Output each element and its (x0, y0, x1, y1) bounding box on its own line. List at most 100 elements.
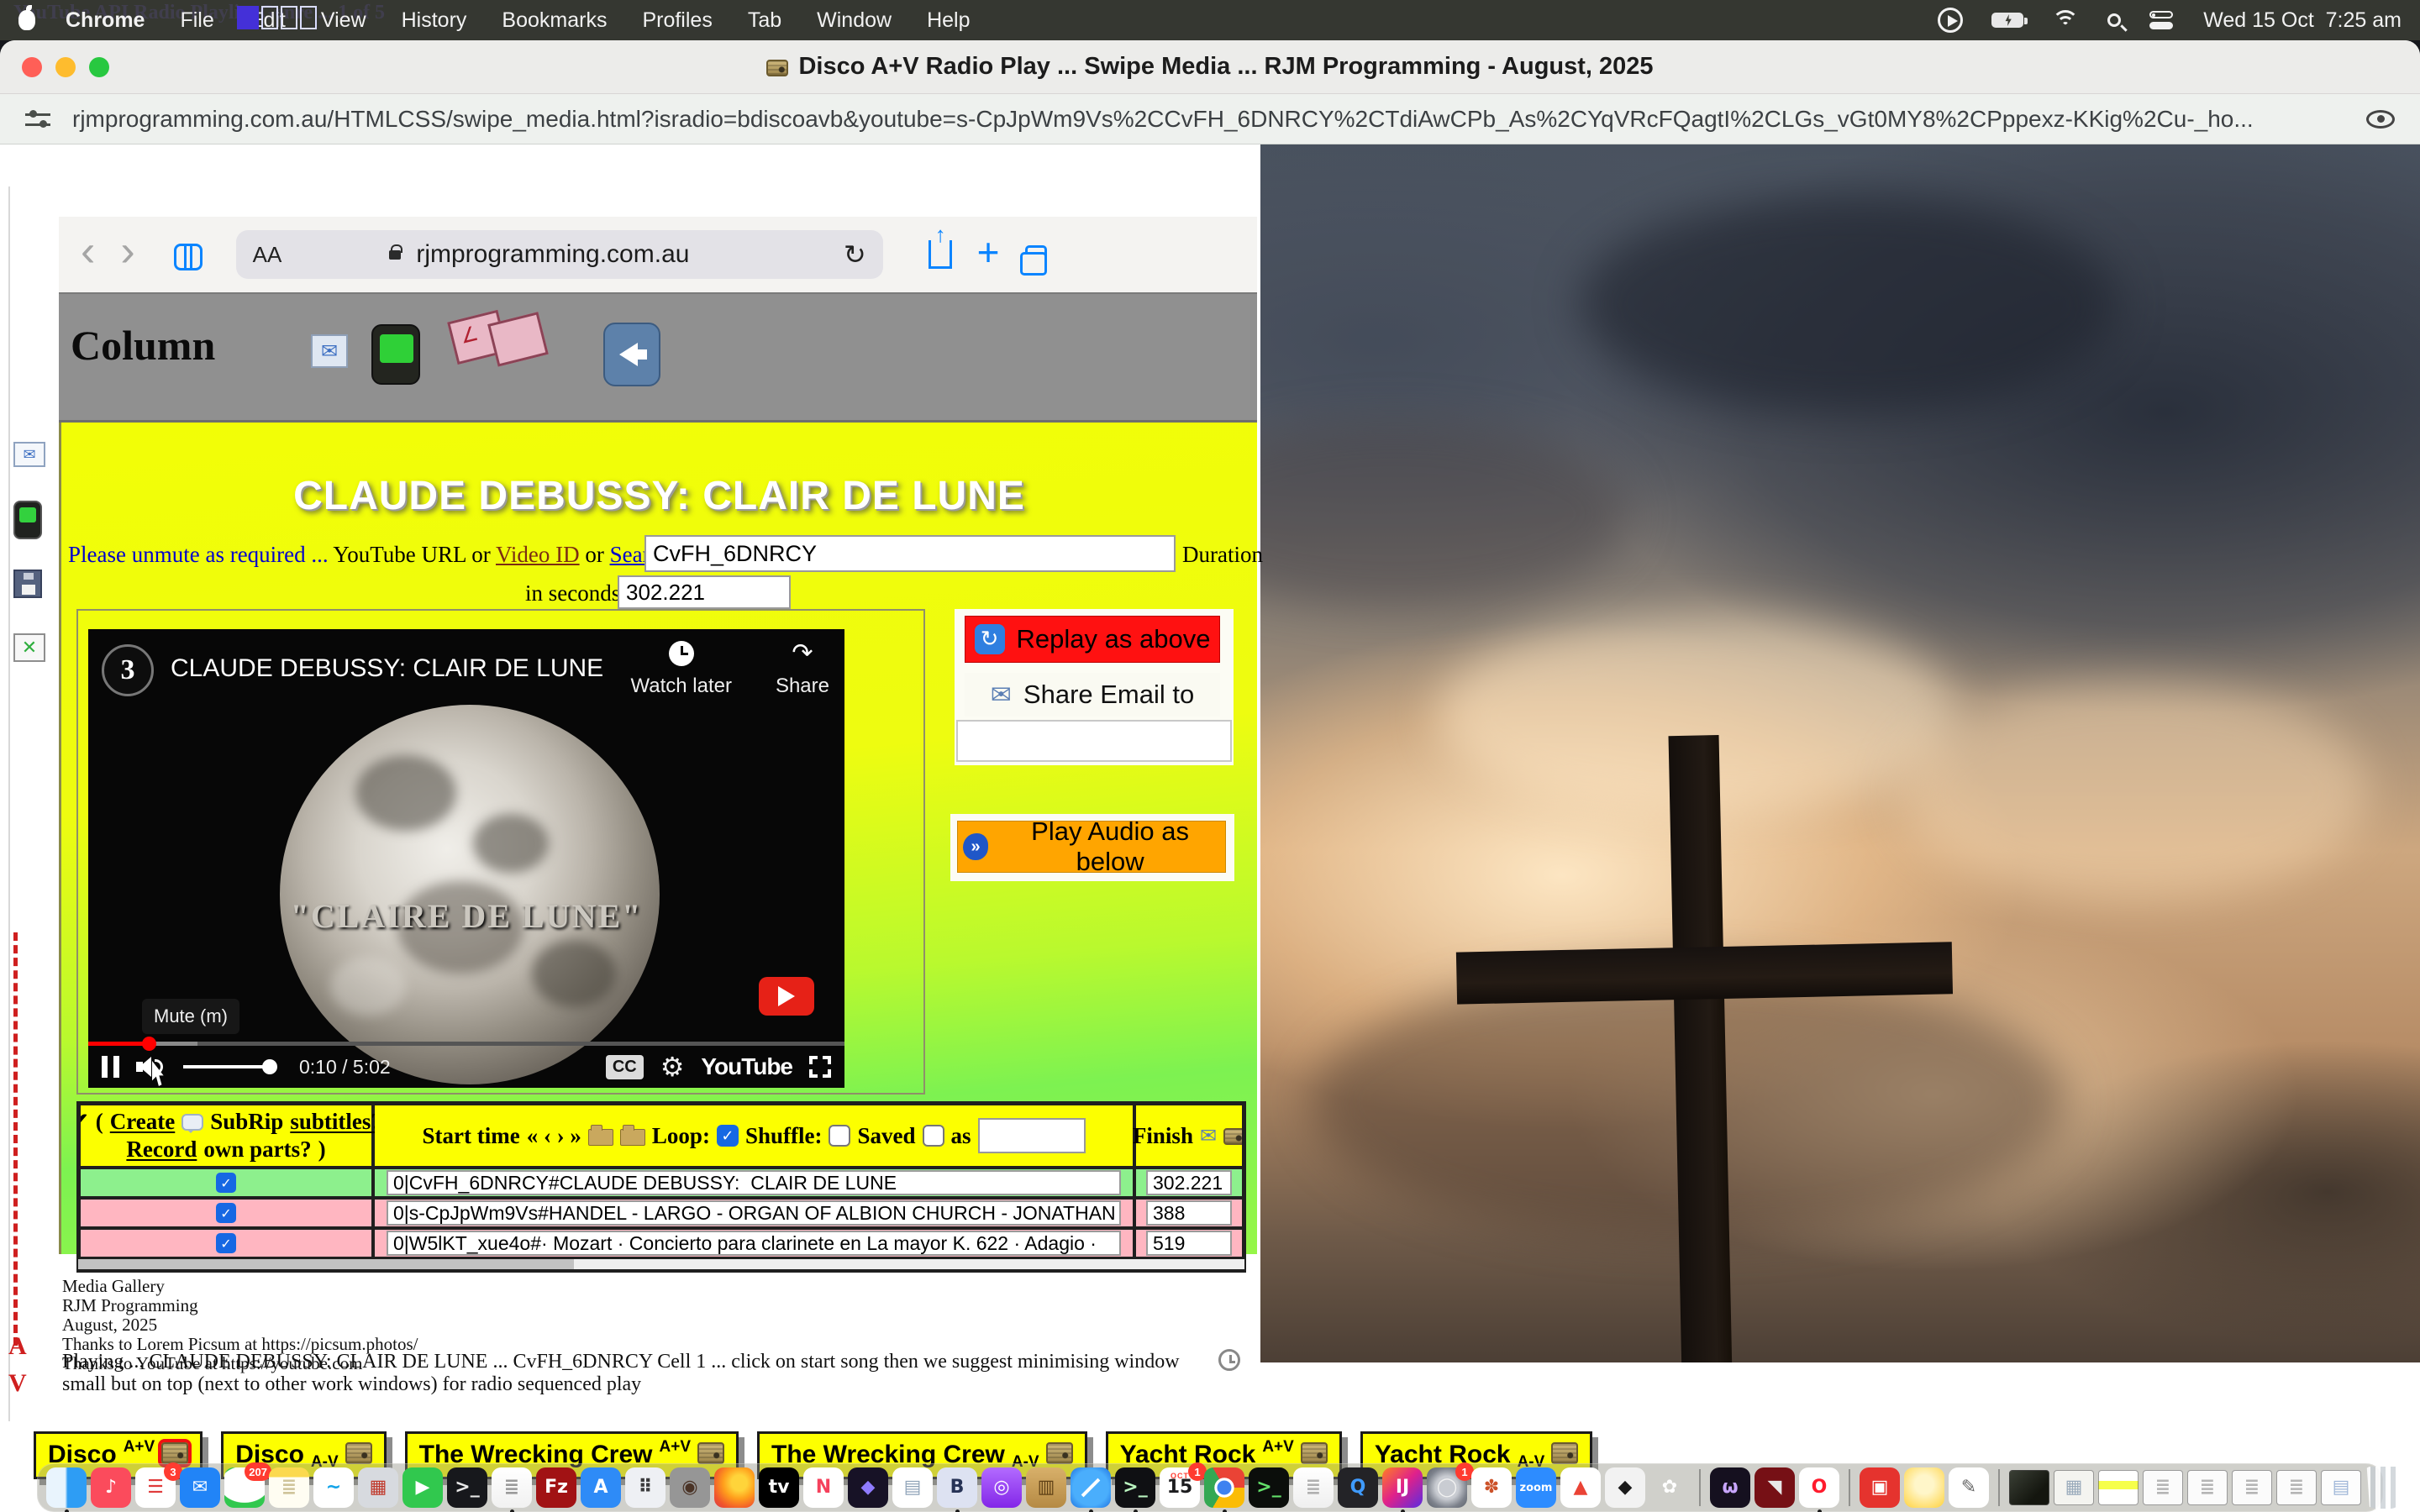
dock-window-thumb-doc-1-icon[interactable]: ≣ (2143, 1470, 2183, 1505)
menu-tab[interactable]: Tab (748, 8, 781, 33)
menu-history[interactable]: History (402, 8, 467, 33)
url-text[interactable]: rjmprogramming.com.au/HTMLCSS/swipe_medi… (72, 106, 2349, 133)
share-email-button[interactable]: ✉ Share Email to (965, 673, 1220, 717)
dock-zoom-icon[interactable]: zoom (1516, 1467, 1556, 1508)
dock-chrome-icon[interactable] (1204, 1467, 1244, 1508)
dock-gimp-icon[interactable]: ◉ (670, 1467, 710, 1508)
captions-button[interactable]: CC (606, 1055, 644, 1079)
back-arrow-button[interactable] (603, 323, 660, 386)
dock-terminal-2-icon[interactable]: >_ (1115, 1467, 1155, 1508)
shortcut-email-icon[interactable]: ✉ (13, 442, 45, 467)
youtube-logo-button[interactable] (759, 977, 814, 1016)
replay-as-above-button[interactable]: ↻ Replay as above (965, 616, 1220, 663)
subtitles-link[interactable]: subtitles? (290, 1109, 382, 1135)
dock-cat-app-icon[interactable]: ω (1710, 1467, 1750, 1508)
dock-launchpad-icon[interactable]: ▦ (358, 1467, 398, 1508)
youtube-brand[interactable]: YouTube (701, 1053, 792, 1080)
dock-maps-icon[interactable]: ▲ (1560, 1467, 1601, 1508)
dock-inkscape-icon[interactable]: ◆ (1605, 1467, 1645, 1508)
shortcut-radio-icon[interactable] (13, 501, 42, 539)
dock-disk-utility-icon[interactable]: ◯1 (1427, 1467, 1467, 1508)
dock-appstore-icon[interactable]: A (581, 1467, 621, 1508)
email-share-icon[interactable]: ✉ (311, 334, 348, 368)
row-checkbox[interactable]: ✓ (216, 1233, 236, 1253)
apple-menu-icon[interactable] (18, 10, 35, 30)
row-checkbox[interactable]: ✓ (216, 1203, 236, 1223)
dock-quicktime-icon[interactable]: Q (1338, 1467, 1378, 1508)
youtube-player[interactable]: 3 CLAUDE DEBUSSY: CLAIR DE LUNE Watch la… (88, 629, 844, 1088)
dock-window-thumb-doc-4-icon[interactable]: ≣ (2276, 1470, 2317, 1505)
dock-terminal-3-icon[interactable]: >_ (1249, 1467, 1289, 1508)
dock-firefox-icon[interactable] (714, 1467, 755, 1508)
folder-icon[interactable] (620, 1129, 645, 1146)
shuffle-checkbox[interactable] (829, 1125, 850, 1147)
back-icon[interactable]: ‹ (81, 229, 95, 273)
chrome-address-bar[interactable]: rjmprogramming.com.au/HTMLCSS/swipe_medi… (0, 94, 2420, 144)
shortcut-save-icon[interactable] (13, 570, 42, 598)
menu-window[interactable]: Window (817, 8, 892, 33)
dock-photo-cards-icon[interactable]: ▣ (1860, 1467, 1900, 1508)
dock-music-icon[interactable]: ♪ (91, 1467, 131, 1508)
play-audio-button[interactable]: » Play Audio as below (957, 821, 1226, 873)
dock-textedit-icon[interactable]: ≣ (492, 1467, 532, 1508)
mini-address-text[interactable]: rjmprogramming.com.au (416, 240, 689, 269)
dock-art-palette-icon[interactable]: ✽ (1471, 1467, 1512, 1508)
dock-opera-icon[interactable]: O (1799, 1467, 1839, 1508)
dock-window-thumb-photo-icon[interactable] (2009, 1470, 2049, 1505)
video-id-link[interactable]: Video ID (496, 542, 580, 567)
eye-icon[interactable] (2366, 110, 2395, 129)
menu-help[interactable]: Help (927, 8, 970, 33)
saved-as-input[interactable] (978, 1118, 1086, 1153)
radio-mode-icon[interactable] (371, 324, 420, 385)
dock-apple-tv-icon[interactable]: tv (759, 1467, 799, 1508)
dock-window-thumb-report-icon[interactable]: ▤ (2321, 1470, 2361, 1505)
finish-radio-icon[interactable] (1223, 1128, 1245, 1145)
menu-bar-clock[interactable]: Wed 15 Oct 7:25 am (2203, 8, 2402, 33)
dock-bbedit-icon[interactable]: B (937, 1467, 977, 1508)
dock-contacts-icon[interactable]: ▥ (1026, 1467, 1066, 1508)
control-center-icon[interactable] (2149, 11, 2175, 29)
menu-chrome[interactable]: Chrome (66, 8, 145, 33)
menu-file[interactable]: File (180, 8, 213, 33)
dock-window-thumb-doc-3-icon[interactable]: ≣ (2232, 1470, 2272, 1505)
dock-compass-dark-icon[interactable]: ◥ (1754, 1467, 1795, 1508)
dock-calendar-icon[interactable]: OCT151 (1160, 1467, 1200, 1508)
dock-notes-pencil-icon[interactable]: ✎ (1949, 1467, 1989, 1508)
row-duration-input[interactable] (1146, 1200, 1232, 1226)
row-duration-input[interactable] (1146, 1170, 1232, 1195)
dock-intellij-icon[interactable]: IJ (1382, 1467, 1423, 1508)
pause-button[interactable] (102, 1056, 119, 1078)
folder-icon[interactable] (588, 1129, 613, 1146)
dock-safari-icon[interactable] (1071, 1467, 1111, 1508)
horizontal-scrollbar[interactable] (78, 1259, 1244, 1269)
dock-notes-icon[interactable]: ≣ (269, 1467, 309, 1508)
dock-bulb-app-icon[interactable] (1904, 1467, 1944, 1508)
wifi-icon[interactable] (2052, 10, 2079, 30)
share-email-input[interactable] (956, 720, 1232, 762)
spotlight-search-icon[interactable] (2107, 13, 2121, 27)
forward-icon[interactable]: › (120, 229, 134, 273)
dock-mail-icon[interactable]: ✉ (180, 1467, 220, 1508)
share-button[interactable]: ↷ Share (776, 641, 829, 698)
watch-later-button[interactable]: Watch later (630, 641, 731, 698)
dock-white-shape-icon[interactable]: ✿ (1649, 1467, 1690, 1508)
dock-facetime-icon[interactable]: ▶ (402, 1467, 443, 1508)
window-title-bar[interactable]: Disco A+V Radio Play ... Swipe Media ...… (0, 40, 2420, 94)
dock-document-icon[interactable]: ≣ (1293, 1467, 1334, 1508)
menu-view[interactable]: View (321, 8, 366, 33)
now-playing-icon[interactable] (1938, 8, 1963, 33)
settings-gear-icon[interactable]: ⚙ (660, 1051, 685, 1083)
dock-terminal-icon[interactable]: >_ (447, 1467, 487, 1508)
menu-bookmarks[interactable]: Bookmarks (502, 8, 607, 33)
volume-slider[interactable] (183, 1065, 271, 1068)
dock-gallery-icon[interactable]: ▤ (892, 1467, 933, 1508)
loop-checkbox[interactable]: ✓ (717, 1125, 739, 1147)
row-duration-input[interactable] (1146, 1231, 1232, 1256)
dock-messages-icon[interactable]: 207 (224, 1467, 265, 1508)
dock-reminders-icon[interactable]: ☰3 (135, 1467, 176, 1508)
reload-icon[interactable]: ↻ (844, 239, 866, 270)
dock-filezilla-icon[interactable]: Fz (536, 1467, 576, 1508)
dock-window-thumb-doc-2-icon[interactable]: ≣ (2187, 1470, 2228, 1505)
dock-podcasts-icon[interactable]: ◎ (981, 1467, 1022, 1508)
new-tab-icon[interactable]: + (977, 233, 1000, 271)
